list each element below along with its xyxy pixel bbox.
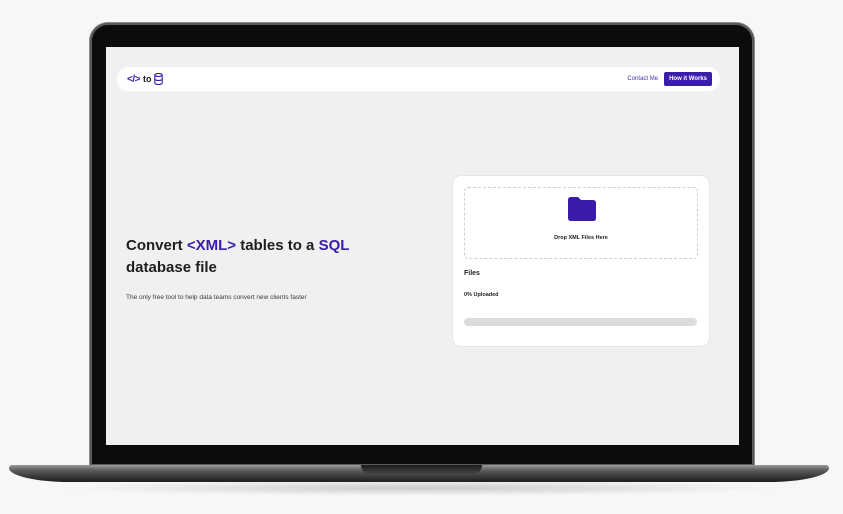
how-it-works-button[interactable]: How it Works — [664, 72, 712, 86]
hero: Convert <XML> tables to a SQL database f… — [126, 235, 386, 301]
contact-me-link[interactable]: Contact Me — [627, 76, 658, 82]
upload-progress-bar — [464, 318, 697, 326]
navbar: </> to Contact Me How it Works — [117, 67, 720, 91]
logo-to-text: to — [142, 74, 152, 84]
code-icon: </> — [127, 73, 140, 85]
folder-icon — [568, 197, 596, 221]
upload-card: Drop XML Files Here Files 0% Uploaded — [453, 176, 709, 346]
nav-right: Contact Me How it Works — [627, 72, 712, 86]
title-mid: tables to a — [236, 237, 319, 254]
laptop-screen: </> to Contact Me How it Works Convert <… — [106, 47, 739, 445]
title-xml: <XML> — [186, 237, 237, 254]
laptop-shadow — [60, 480, 783, 496]
database-icon — [154, 73, 164, 85]
drop-label: Drop XML Files Here — [554, 235, 608, 241]
title-sql: SQL — [318, 237, 350, 254]
upload-status: 0% Uploaded — [464, 292, 499, 298]
hero-subtitle: The only free tool to help data teams co… — [126, 294, 307, 301]
title-line2: database file — [126, 259, 217, 276]
files-title: Files — [464, 270, 480, 277]
laptop-notch — [361, 465, 482, 474]
logo[interactable]: </> to — [127, 73, 164, 85]
page-title: Convert <XML> tables to a SQL database f… — [126, 235, 386, 279]
file-dropzone[interactable]: Drop XML Files Here — [464, 187, 698, 259]
title-prefix: Convert — [126, 237, 187, 254]
